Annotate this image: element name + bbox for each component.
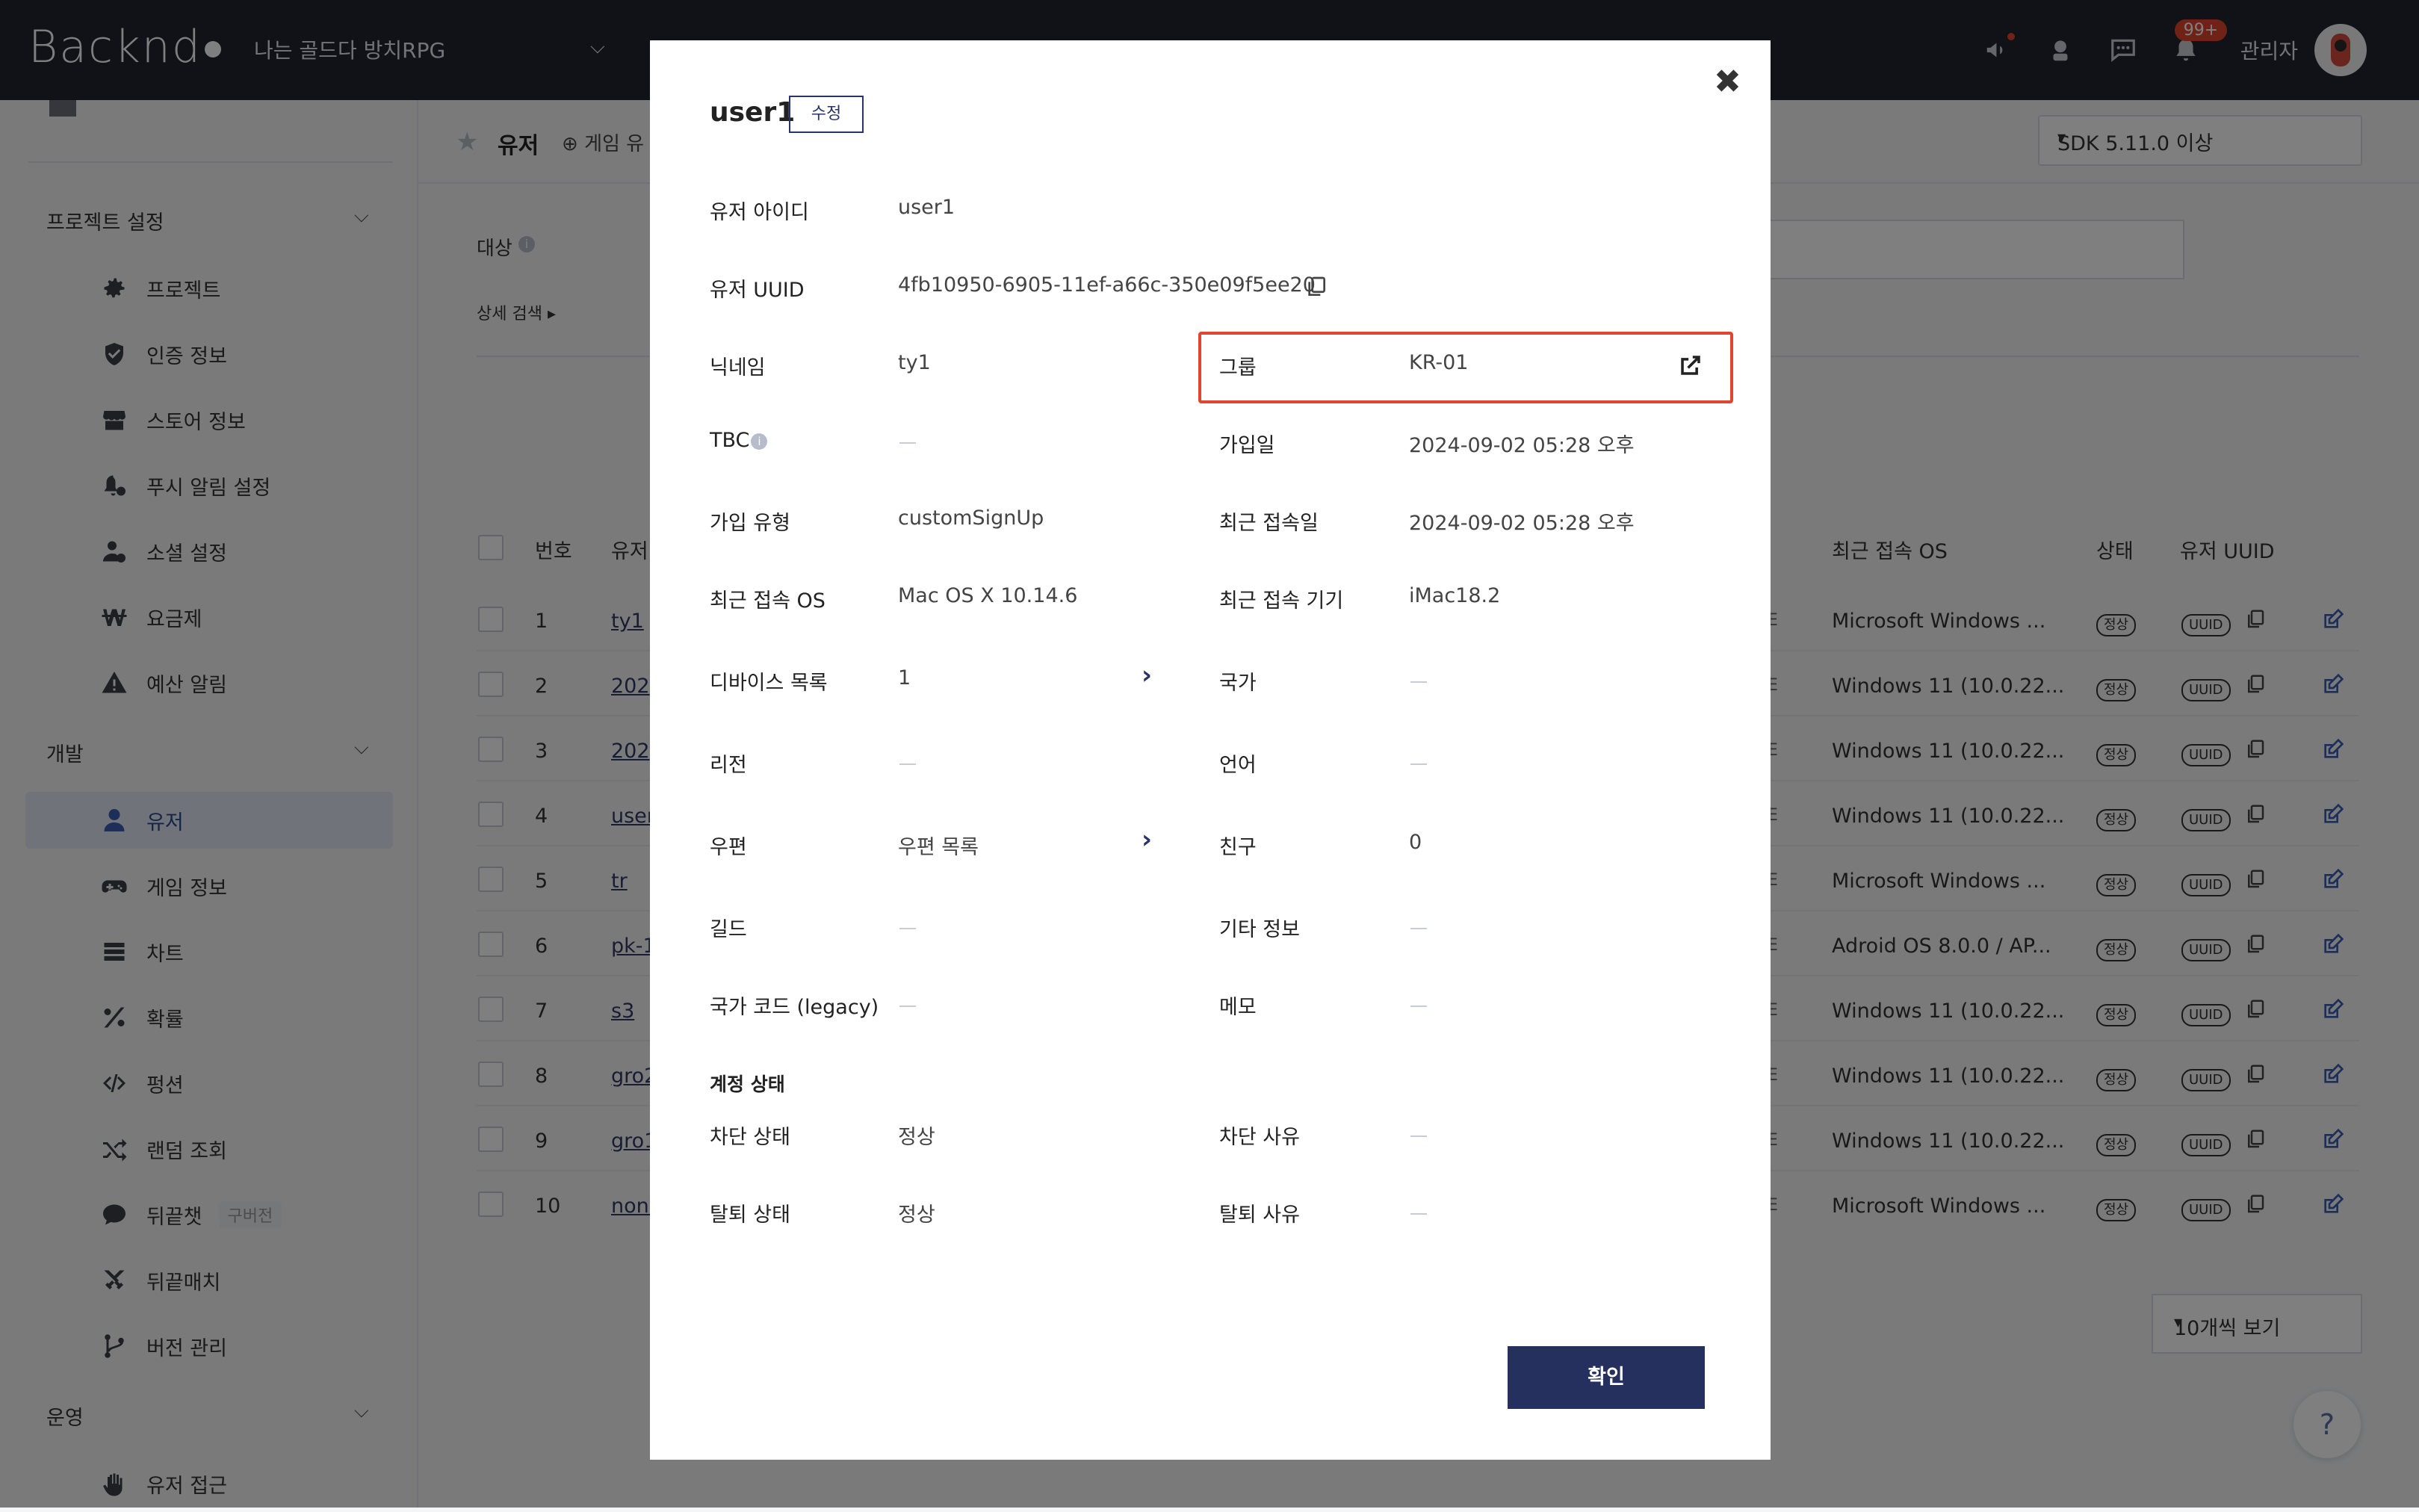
empty-value	[899, 763, 916, 765]
external-link-icon[interactable]	[1678, 353, 1703, 378]
withdraw-status-value: 정상	[898, 1203, 935, 1227]
tbc-label: TBC i	[710, 429, 768, 452]
devices-label: 디바이스 목록	[710, 672, 828, 695]
nickname-value: ty1	[898, 351, 931, 374]
empty-value	[1410, 763, 1427, 765]
region-label: 리전	[710, 754, 747, 777]
language-label: 언어	[1219, 754, 1257, 777]
block-reason-label: 차단 사유	[1219, 1126, 1300, 1149]
uuid-value: 4fb10950-6905-11ef-a66c-350e09f5ee20	[898, 273, 1316, 297]
join-date-label: 가입일	[1219, 434, 1275, 457]
last-device-label: 최근 접속 기기	[1219, 589, 1344, 613]
signup-type-label: 가입 유형	[710, 512, 790, 535]
modal-title: user1	[710, 97, 796, 128]
confirm-button[interactable]: 확인	[1508, 1346, 1705, 1409]
empty-value	[1410, 1213, 1427, 1215]
empty-value	[899, 928, 916, 929]
group-value: KR-01	[1409, 351, 1469, 374]
friends-value: 0	[1409, 831, 1422, 854]
country-code-label: 국가 코드 (legacy)	[710, 996, 879, 1019]
user-detail-modal: ✖ user1 수정 유저 아이디 user1 유저 UUID 4fb10950…	[650, 40, 1771, 1460]
chevron-right-icon[interactable]: ›	[1142, 825, 1152, 855]
memo-label: 메모	[1219, 996, 1257, 1019]
empty-value	[899, 1006, 916, 1007]
friends-label: 친구	[1219, 836, 1257, 859]
empty-value	[1410, 1135, 1427, 1137]
nickname-label: 닉네임	[710, 356, 766, 379]
group-label: 그룹	[1219, 356, 1257, 379]
last-access-value: 2024-09-02 05:28 오후	[1409, 512, 1635, 535]
withdraw-reason-label: 탈퇴 사유	[1219, 1203, 1300, 1227]
copy-icon[interactable]	[1304, 275, 1328, 299]
account-status-heading: 계정 상태	[710, 1073, 785, 1095]
chevron-right-icon[interactable]: ›	[1142, 660, 1152, 690]
block-status-value: 정상	[898, 1126, 935, 1149]
last-os-value: Mac OS X 10.14.6	[898, 584, 1078, 607]
empty-value	[1410, 928, 1427, 929]
last-os-label: 최근 접속 OS	[710, 589, 826, 613]
edit-button[interactable]: 수정	[789, 96, 864, 133]
join-date-value: 2024-09-02 05:28 오후	[1409, 434, 1635, 457]
last-access-label: 최근 접속일	[1219, 512, 1319, 535]
signup-type-value: customSignUp	[898, 506, 1044, 530]
empty-value	[1410, 681, 1427, 683]
country-label: 국가	[1219, 672, 1257, 695]
etc-info-label: 기타 정보	[1219, 918, 1300, 941]
user-id-label: 유저 아이디	[710, 201, 809, 224]
user-id-value: user1	[898, 196, 955, 219]
empty-value	[899, 442, 916, 444]
mail-label: 우편	[710, 836, 747, 859]
empty-value	[1410, 1006, 1427, 1007]
withdraw-status-label: 탈퇴 상태	[710, 1203, 790, 1227]
uuid-label: 유저 UUID	[710, 279, 805, 302]
devices-value[interactable]: 1	[898, 666, 911, 690]
mail-list-link[interactable]: 우편 목록	[898, 831, 979, 860]
block-status-label: 차단 상태	[710, 1126, 790, 1149]
guild-label: 길드	[710, 918, 747, 941]
close-icon[interactable]: ✖	[1714, 63, 1741, 101]
info-icon[interactable]: i	[751, 433, 768, 450]
last-device-value: iMac18.2	[1409, 584, 1501, 607]
